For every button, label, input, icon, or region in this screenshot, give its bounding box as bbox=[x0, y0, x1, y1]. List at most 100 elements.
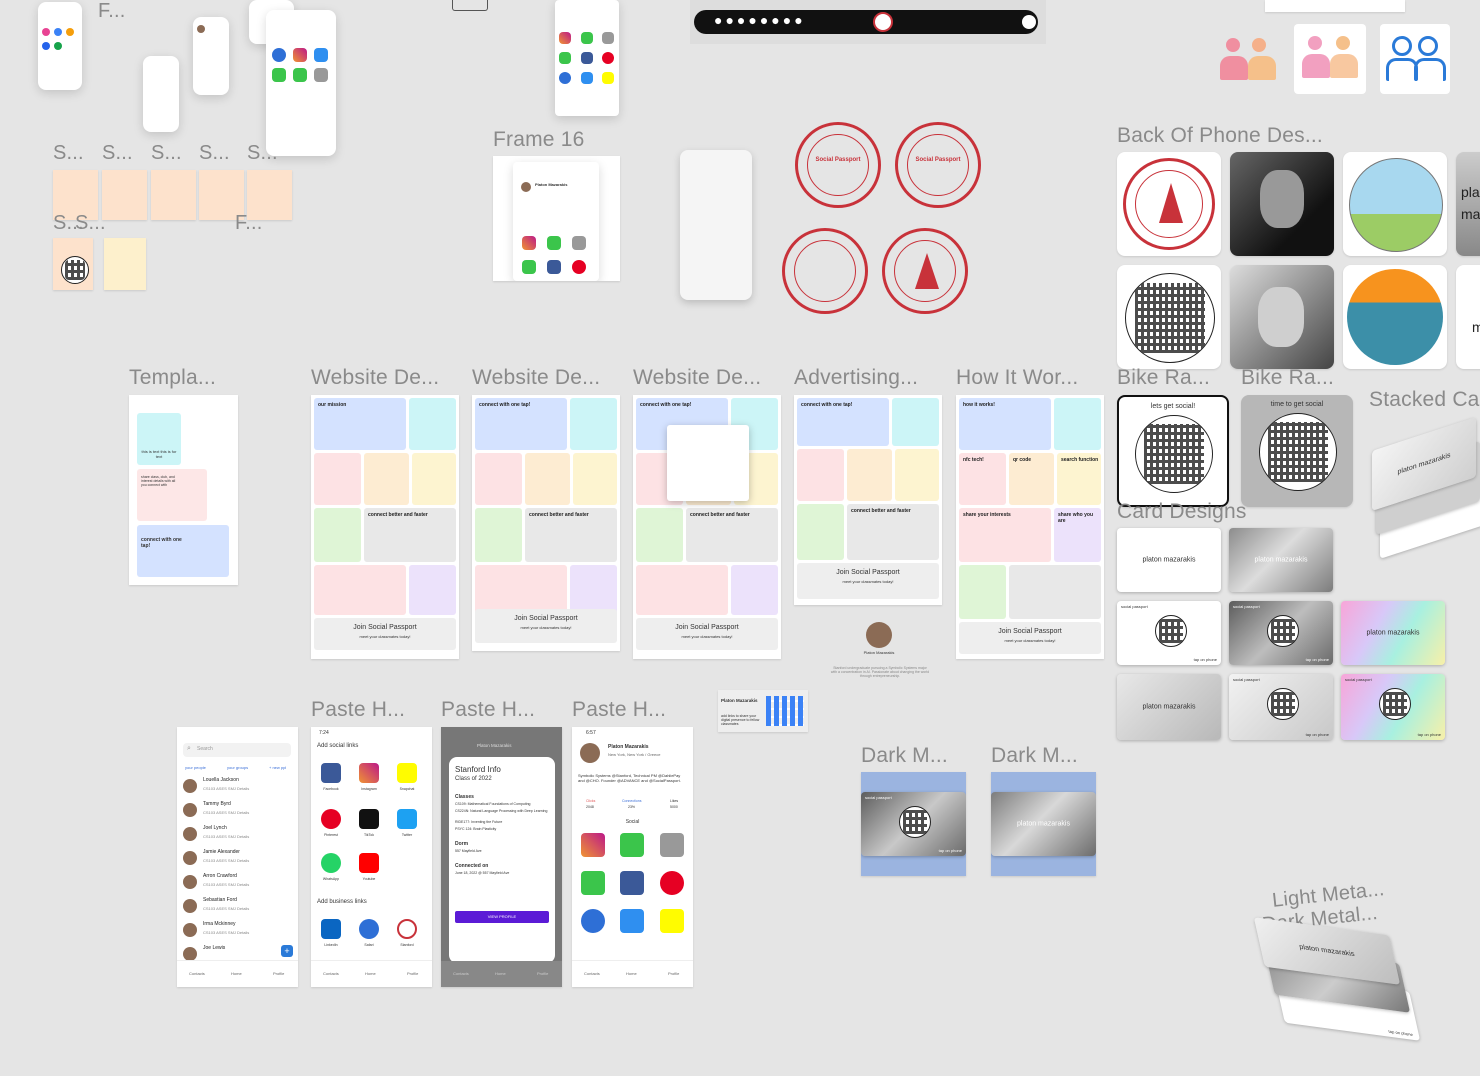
list-item[interactable]: Jamie Alexander CS103 ASES SMJ Details bbox=[183, 849, 292, 871]
safari-icon[interactable] bbox=[359, 919, 379, 939]
whatsapp-icon[interactable] bbox=[321, 853, 341, 873]
sticker-thumb[interactable] bbox=[104, 238, 146, 290]
tab-home[interactable]: Home bbox=[626, 971, 637, 976]
tab-home[interactable]: Home bbox=[495, 971, 506, 976]
frame-label[interactable]: Back Of Phone Des... bbox=[1117, 124, 1323, 148]
floating-links-tile[interactable]: Platon Mazarakis add links to share your… bbox=[718, 690, 808, 732]
view-profile-button[interactable]: VIEW PROFILE bbox=[455, 911, 549, 923]
stanford-icon[interactable] bbox=[397, 919, 417, 939]
tab-new-ppl[interactable]: + new ppl bbox=[269, 765, 286, 770]
avatar[interactable] bbox=[866, 622, 892, 648]
list-item[interactable]: Sebastian Ford CS103 ASES SMJ Details bbox=[183, 897, 292, 919]
contacts-icon[interactable] bbox=[660, 833, 684, 857]
tab-contacts[interactable]: Contacts bbox=[584, 971, 600, 976]
card-holo[interactable]: platon mazarakis bbox=[1341, 601, 1445, 665]
back-phone-design-photo[interactable] bbox=[1230, 265, 1334, 369]
card-silver-dark[interactable]: platon mazarakis bbox=[1229, 528, 1333, 592]
frame-label[interactable]: Website De... bbox=[633, 366, 761, 390]
contacts-screen[interactable]: ⌕ Search your people your groups + new p… bbox=[177, 727, 298, 987]
tab-profile[interactable]: Profile bbox=[273, 971, 284, 976]
frame-label[interactable]: F... bbox=[235, 212, 262, 235]
bike-rack-design-2[interactable]: time to get social bbox=[1241, 395, 1353, 507]
card-qr-silver[interactable]: social passport tap on phone bbox=[1229, 674, 1333, 740]
how-it-works-frame[interactable]: how it works! nfc tech! qr code search f… bbox=[956, 395, 1104, 659]
phone-thumb-1[interactable] bbox=[38, 2, 82, 90]
add-contact-button[interactable]: + bbox=[281, 945, 293, 957]
list-item[interactable]: Joel Lynch CS103 ASES SMJ Details bbox=[183, 825, 292, 847]
tab-profile[interactable]: Profile bbox=[537, 971, 548, 976]
frame-label[interactable]: F... bbox=[98, 0, 125, 23]
facebook-icon[interactable] bbox=[321, 763, 341, 783]
website-design-2[interactable]: connect with one tap! connect better and… bbox=[472, 395, 620, 651]
stanford-seal-empty[interactable] bbox=[782, 228, 868, 314]
back-phone-design-wave[interactable] bbox=[1343, 265, 1447, 369]
stanford-info-screen[interactable]: Platon Mazarakis Stanford Info Class of … bbox=[441, 727, 562, 987]
phone-thumb-2[interactable] bbox=[143, 56, 179, 132]
tab-your-people[interactable]: your people bbox=[185, 765, 206, 770]
twitter-icon[interactable] bbox=[397, 809, 417, 829]
template-frame[interactable]: this is text this is for text share clas… bbox=[129, 395, 238, 585]
pinterest-icon[interactable] bbox=[660, 871, 684, 895]
tab-your-groups[interactable]: your groups bbox=[227, 765, 248, 770]
frame-label[interactable]: Dark M... bbox=[861, 744, 948, 768]
phone-icon[interactable] bbox=[620, 833, 644, 857]
sticker-thumb[interactable] bbox=[151, 170, 196, 220]
frame-label[interactable]: Website De... bbox=[311, 366, 439, 390]
frame-label[interactable]: Card Designs bbox=[1117, 500, 1247, 524]
frame-label[interactable]: Dark M... bbox=[991, 744, 1078, 768]
snapchat-icon[interactable] bbox=[397, 763, 417, 783]
stanford-seal-tree[interactable] bbox=[882, 228, 968, 314]
bike-rack-design-1[interactable]: lets get social! bbox=[1117, 395, 1229, 507]
website-design-1[interactable]: our mission connect better and faster Jo… bbox=[311, 395, 459, 659]
facebook-icon[interactable] bbox=[620, 871, 644, 895]
frame-label[interactable]: Website De... bbox=[472, 366, 600, 390]
linkedin-icon[interactable] bbox=[321, 919, 341, 939]
profile-screen[interactable]: 6:57 Platon Mazarakis New York, New York… bbox=[572, 727, 693, 987]
card-qr-dark[interactable]: social passport tap on phone bbox=[1229, 601, 1333, 665]
phone-social-passport[interactable] bbox=[266, 10, 336, 156]
youtube-icon[interactable] bbox=[359, 853, 379, 873]
frame-label[interactable]: Advertising... bbox=[794, 366, 918, 390]
popover-panel[interactable] bbox=[667, 425, 749, 501]
list-item[interactable]: Irma Mckinney CS103 ASES SMJ Details bbox=[183, 921, 292, 943]
dark-mode-frame-1[interactable]: social passport tap on phone bbox=[861, 772, 966, 876]
add-links-screen[interactable]: 7:24 Add social links Facebook Instagram… bbox=[311, 727, 432, 987]
dark-mode-frame-2[interactable]: platon mazarakis bbox=[991, 772, 1096, 876]
back-phone-design-partial[interactable]: pla ma bbox=[1456, 152, 1480, 256]
card-white[interactable]: platon mazarakis bbox=[1117, 528, 1221, 592]
messages-icon[interactable] bbox=[581, 871, 605, 895]
list-item[interactable]: Tammy Byrd CS103 ASES SMJ Details bbox=[183, 801, 292, 823]
phone-thumb-3[interactable] bbox=[193, 17, 229, 95]
frame-label[interactable]: Paste H... bbox=[311, 698, 405, 722]
blank-phone-back[interactable] bbox=[680, 150, 752, 300]
top-right-frame[interactable] bbox=[1265, 0, 1405, 12]
safari-icon[interactable] bbox=[581, 909, 605, 933]
card-silver-light[interactable]: platon mazarakis bbox=[1117, 674, 1221, 740]
stacked-cards[interactable]: platon mazarakis bbox=[1372, 417, 1480, 568]
back-phone-design-illustration[interactable] bbox=[1343, 152, 1447, 256]
tab-contacts[interactable]: Contacts bbox=[453, 971, 469, 976]
social-passport-seal[interactable]: Social Passport bbox=[895, 122, 981, 208]
back-phone-design-partial[interactable]: m bbox=[1456, 265, 1480, 369]
frame-label[interactable]: Templa... bbox=[129, 366, 216, 390]
sticker-thumb[interactable] bbox=[102, 170, 147, 220]
frame-label[interactable]: S... bbox=[102, 142, 133, 165]
back-phone-design[interactable] bbox=[1117, 152, 1221, 256]
tab-contacts[interactable]: Contacts bbox=[189, 971, 205, 976]
social-passport-seal[interactable]: Social Passport bbox=[795, 122, 881, 208]
website-design-3[interactable]: connect with one tap! connect better and… bbox=[633, 395, 781, 659]
frame-label[interactable]: S... bbox=[199, 142, 230, 165]
frame-16[interactable]: Platon Mazarakis bbox=[493, 156, 620, 281]
frame-label[interactable]: Paste H... bbox=[572, 698, 666, 722]
frame-label[interactable]: S... bbox=[247, 142, 278, 165]
tab-home[interactable]: Home bbox=[231, 971, 242, 976]
instagram-icon[interactable] bbox=[359, 763, 379, 783]
metal-card-stack[interactable]: tap on phone platon mazarakis bbox=[1253, 917, 1426, 1041]
phone-social-icons[interactable] bbox=[555, 0, 619, 116]
frame-label[interactable]: S... bbox=[75, 212, 106, 235]
tab-home[interactable]: Home bbox=[365, 971, 376, 976]
snapchat-icon[interactable] bbox=[660, 909, 684, 933]
tab-profile[interactable]: Profile bbox=[668, 971, 679, 976]
tab-contacts[interactable]: Contacts bbox=[323, 971, 339, 976]
frame-label[interactable]: Stacked Ca bbox=[1369, 388, 1480, 412]
